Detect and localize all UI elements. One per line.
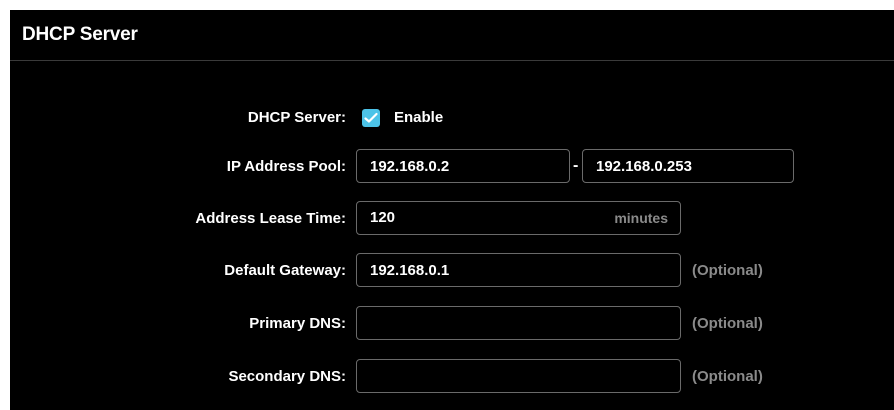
- primary-dns-row: Primary DNS: (Optional): [10, 306, 894, 342]
- dhcp-enable-label[interactable]: Enable: [394, 100, 443, 136]
- ip-pool-label: IP Address Pool:: [226, 158, 346, 175]
- dhcp-enable-checkbox[interactable]: [362, 109, 380, 127]
- lease-time-label: Address Lease Time:: [195, 210, 346, 227]
- ip-pool-start-input[interactable]: [356, 149, 570, 183]
- ip-pool-separator: -: [573, 157, 579, 174]
- lease-time-unit: minutes: [614, 210, 668, 226]
- default-gateway-input[interactable]: [356, 253, 681, 287]
- secondary-dns-hint: (Optional): [692, 368, 763, 385]
- ip-pool-end-input[interactable]: [582, 149, 794, 183]
- checkmark-icon: [364, 112, 378, 123]
- default-gateway-hint: (Optional): [692, 262, 763, 279]
- primary-dns-label: Primary DNS:: [249, 315, 346, 332]
- lease-time-field[interactable]: 120 minutes: [356, 201, 681, 235]
- primary-dns-input[interactable]: [356, 306, 681, 340]
- dhcp-server-row: DHCP Server: Enable: [10, 100, 894, 136]
- title-divider: [10, 60, 894, 61]
- dhcp-server-label: DHCP Server:: [247, 109, 346, 126]
- secondary-dns-input[interactable]: [356, 359, 681, 393]
- primary-dns-hint: (Optional): [692, 315, 763, 332]
- lease-time-value: 120: [370, 209, 396, 226]
- default-gateway-row: Default Gateway: (Optional): [10, 253, 894, 289]
- lease-time-row: Address Lease Time: 120 minutes: [10, 201, 894, 237]
- dhcp-server-panel: DHCP Server DHCP Server: Enable IP Addre…: [10, 10, 894, 410]
- ip-pool-row: IP Address Pool: -: [10, 149, 894, 185]
- default-gateway-label: Default Gateway:: [224, 262, 346, 279]
- secondary-dns-row: Secondary DNS: (Optional): [10, 359, 894, 395]
- panel-title: DHCP Server: [22, 24, 138, 45]
- secondary-dns-label: Secondary DNS:: [228, 368, 346, 385]
